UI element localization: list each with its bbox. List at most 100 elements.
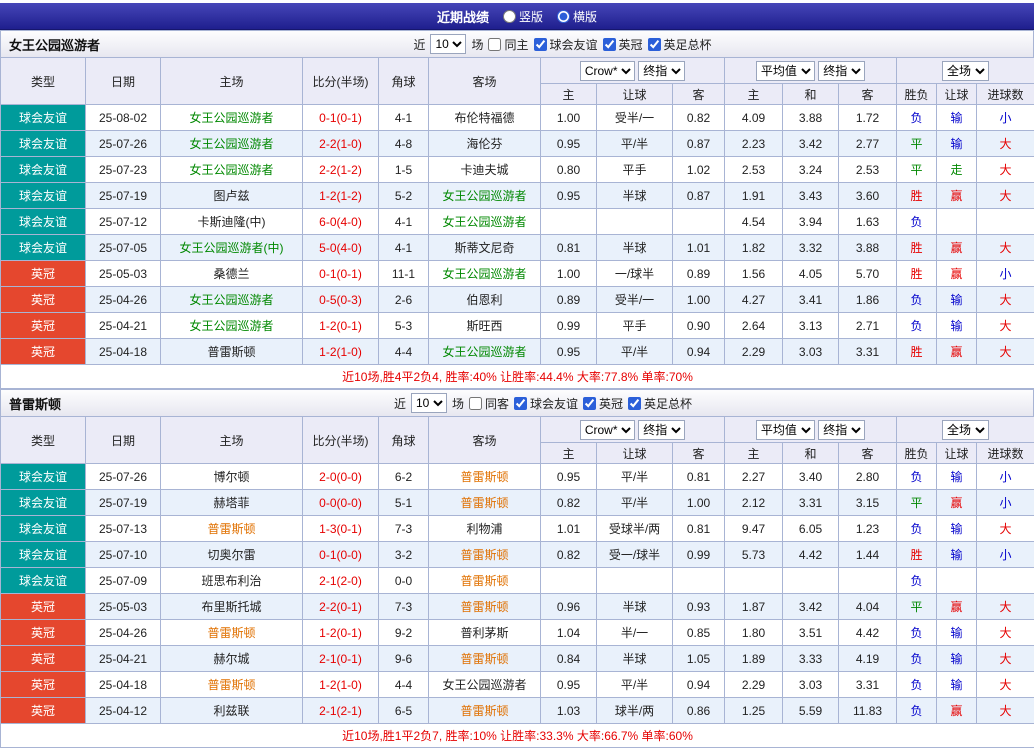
score: 2-2(1-0): [303, 131, 379, 157]
team-section-home: 女王公园巡游者 近 10 场 同主 球会友谊 英冠 英足总杯: [0, 30, 1034, 389]
away-team[interactable]: 普雷斯顿: [429, 646, 541, 672]
scope-select[interactable]: 全场: [942, 420, 989, 440]
record-summary: 近10场,胜4平2负4, 胜率:40% 让胜率:44.4% 大率:77.8% 单…: [1, 365, 1034, 389]
layout-vertical-label: 竖版: [519, 8, 543, 25]
home-team[interactable]: 普雷斯顿: [161, 672, 303, 698]
away-team[interactable]: 普雷斯顿: [429, 698, 541, 724]
home-team[interactable]: 利兹联: [161, 698, 303, 724]
away-team[interactable]: 女王公园巡游者: [429, 209, 541, 235]
home-team[interactable]: 赫塔菲: [161, 490, 303, 516]
avg-home: [725, 568, 783, 594]
odds-home: 0.81: [541, 235, 597, 261]
odds-provider-select[interactable]: Crow*: [580, 420, 635, 440]
home-team[interactable]: 布里斯托城: [161, 594, 303, 620]
away-team[interactable]: 女王公园巡游者: [429, 672, 541, 698]
match-date: 25-04-26: [86, 620, 161, 646]
odds-home: 1.00: [541, 105, 597, 131]
away-team[interactable]: 卡迪夫城: [429, 157, 541, 183]
result-handicap: 输: [937, 287, 977, 313]
filter-fa-cup[interactable]: 英足总杯: [648, 36, 712, 53]
home-team[interactable]: 赫尔城: [161, 646, 303, 672]
same-venue-checkbox[interactable]: [469, 397, 482, 410]
championship-checkbox[interactable]: [603, 38, 616, 51]
home-team[interactable]: 切奥尔雷: [161, 542, 303, 568]
match-count-select[interactable]: 10: [430, 34, 466, 54]
same-venue-option[interactable]: 同客: [469, 395, 509, 412]
odds-home: 1.04: [541, 620, 597, 646]
away-team[interactable]: 伯恩利: [429, 287, 541, 313]
col-date: 日期: [86, 58, 161, 105]
home-team[interactable]: 女王公园巡游者: [161, 131, 303, 157]
odds-stage-select[interactable]: 终指: [638, 420, 685, 440]
home-team[interactable]: 普雷斯顿: [161, 516, 303, 542]
home-team[interactable]: 卡斯迪隆(中): [161, 209, 303, 235]
filter-championship[interactable]: 英冠: [603, 36, 643, 53]
championship-checkbox[interactable]: [583, 397, 596, 410]
avg-type-select[interactable]: 平均值: [756, 420, 815, 440]
fa-cup-checkbox[interactable]: [628, 397, 641, 410]
home-team[interactable]: 女王公园巡游者: [161, 287, 303, 313]
avg-type-select[interactable]: 平均值: [756, 61, 815, 81]
home-team[interactable]: 女王公园巡游者: [161, 313, 303, 339]
avg-away: 1.63: [839, 209, 897, 235]
home-team[interactable]: 图卢兹: [161, 183, 303, 209]
home-team[interactable]: 女王公园巡游者: [161, 157, 303, 183]
layout-horizontal-radio[interactable]: [557, 10, 570, 23]
result-wdl: 胜: [897, 339, 937, 365]
match-count-select[interactable]: 10: [411, 393, 447, 413]
filter-club-friendly[interactable]: 球会友谊: [534, 36, 598, 53]
club-friendly-checkbox[interactable]: [514, 397, 527, 410]
away-team[interactable]: 普雷斯顿: [429, 464, 541, 490]
match-date: 25-05-03: [86, 594, 161, 620]
avg-home: 2.53: [725, 157, 783, 183]
league-badge: 球会友谊: [1, 464, 86, 490]
same-venue-option[interactable]: 同主: [488, 36, 528, 53]
same-venue-checkbox[interactable]: [488, 38, 501, 51]
home-team[interactable]: 班思布利治: [161, 568, 303, 594]
result-handicap: 赢: [937, 490, 977, 516]
avg-away: 1.86: [839, 287, 897, 313]
away-team[interactable]: 斯蒂文尼奇: [429, 235, 541, 261]
team-section-away: 普雷斯顿 近 10 场 同客 球会友谊 英冠 英足总杯: [0, 389, 1034, 748]
home-team[interactable]: 桑德兰: [161, 261, 303, 287]
home-team[interactable]: 女王公园巡游者(中): [161, 235, 303, 261]
filter-championship[interactable]: 英冠: [583, 395, 623, 412]
avg-stage-select[interactable]: 终指: [818, 61, 865, 81]
odds-away: 0.86: [673, 698, 725, 724]
home-team[interactable]: 女王公园巡游者: [161, 105, 303, 131]
away-team[interactable]: 女王公园巡游者: [429, 339, 541, 365]
results-body: 球会友谊25-08-02女王公园巡游者0-1(0-1)4-1布伦特福德1.00受…: [1, 105, 1034, 365]
away-team[interactable]: 利物浦: [429, 516, 541, 542]
odds-provider-select[interactable]: Crow*: [580, 61, 635, 81]
fa-cup-checkbox[interactable]: [648, 38, 661, 51]
filter-fa-cup[interactable]: 英足总杯: [628, 395, 692, 412]
layout-horizontal-option[interactable]: 横版: [557, 8, 597, 25]
away-team[interactable]: 女王公园巡游者: [429, 183, 541, 209]
away-team[interactable]: 普利茅斯: [429, 620, 541, 646]
avg-stage-select[interactable]: 终指: [818, 420, 865, 440]
home-team[interactable]: 普雷斯顿: [161, 339, 303, 365]
league-badge: 英冠: [1, 672, 86, 698]
club-friendly-checkbox[interactable]: [534, 38, 547, 51]
away-team[interactable]: 普雷斯顿: [429, 490, 541, 516]
layout-horizontal-label: 横版: [573, 8, 597, 25]
odds-stage-select[interactable]: 终指: [638, 61, 685, 81]
away-team[interactable]: 普雷斯顿: [429, 568, 541, 594]
odds-handicap: 半球: [597, 594, 673, 620]
score: 1-2(1-0): [303, 339, 379, 365]
away-team[interactable]: 布伦特福德: [429, 105, 541, 131]
avg-home: 1.80: [725, 620, 783, 646]
match-date: 25-04-18: [86, 672, 161, 698]
home-team[interactable]: 博尔顿: [161, 464, 303, 490]
filter-club-friendly[interactable]: 球会友谊: [514, 395, 578, 412]
odds-handicap: 平/半: [597, 490, 673, 516]
away-team[interactable]: 斯旺西: [429, 313, 541, 339]
away-team[interactable]: 女王公园巡游者: [429, 261, 541, 287]
layout-vertical-option[interactable]: 竖版: [503, 8, 543, 25]
away-team[interactable]: 普雷斯顿: [429, 594, 541, 620]
scope-select[interactable]: 全场: [942, 61, 989, 81]
away-team[interactable]: 普雷斯顿: [429, 542, 541, 568]
away-team[interactable]: 海伦芬: [429, 131, 541, 157]
home-team[interactable]: 普雷斯顿: [161, 620, 303, 646]
layout-vertical-radio[interactable]: [503, 10, 516, 23]
